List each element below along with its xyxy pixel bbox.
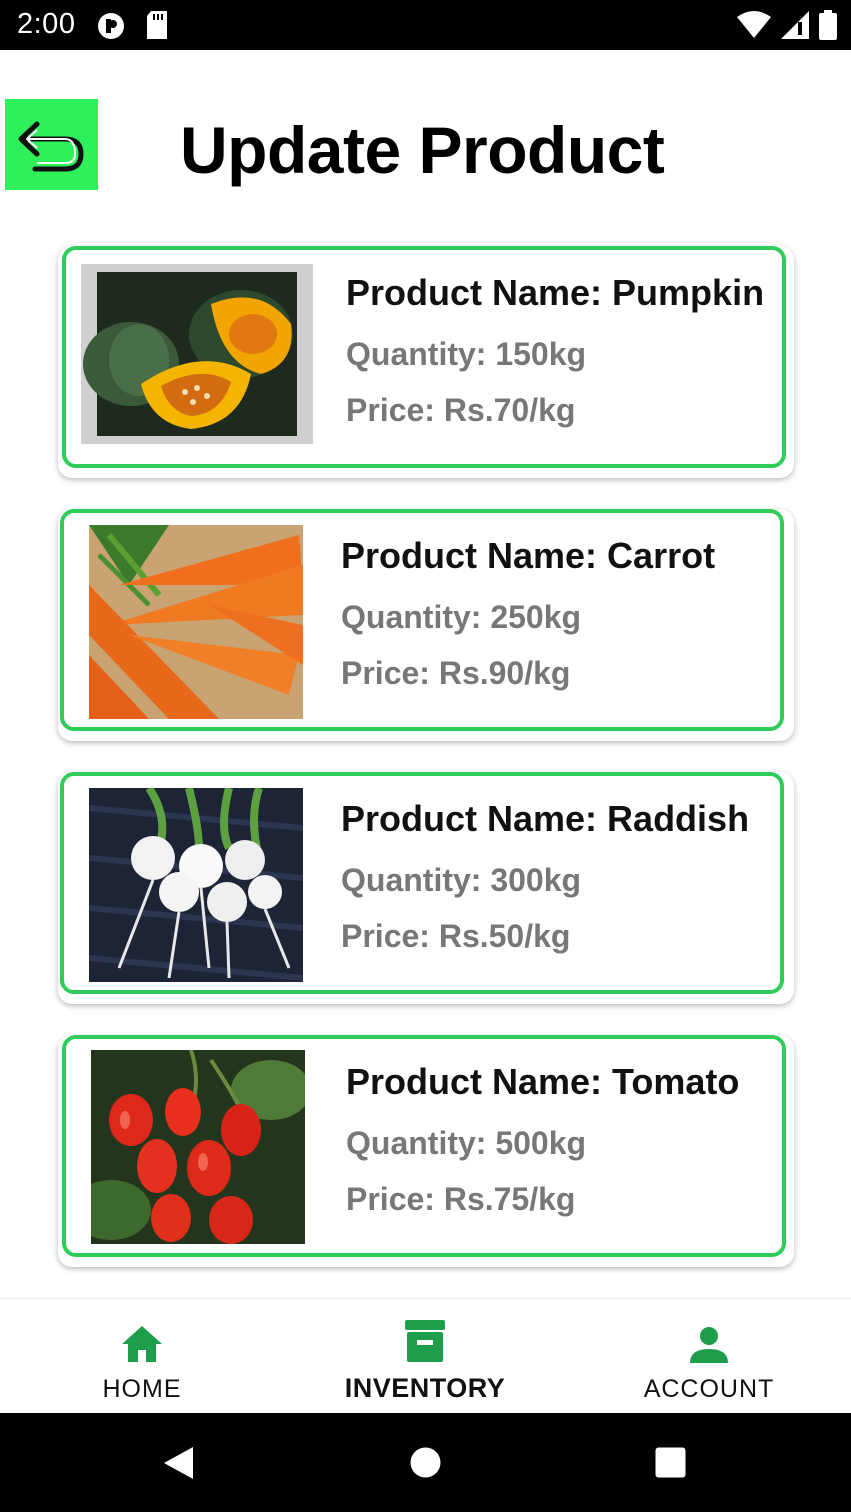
product-image-tomato [91,1050,305,1244]
product-price: Price: Rs.50/kg [341,918,571,954]
sd-card-icon [145,11,169,44]
product-card-pumpkin[interactable]: Product Name: Pumpkin Quantity: 150kg Pr… [58,246,794,478]
nav-label-account: ACCOUNT [643,1375,775,1403]
product-info: Product Name: Raddish Quantity: 300kg Pr… [341,798,749,955]
status-time: 2:00 [17,8,76,40]
product-image-carrot [89,525,303,719]
wifi-icon [737,11,771,44]
product-name: Product Name: Tomato [346,1061,740,1102]
nav-label-home: HOME [102,1375,182,1403]
person-icon [690,1319,728,1363]
nav-item-home[interactable]: HOME [22,1299,262,1414]
product-quantity: Quantity: 150kg [346,336,587,372]
page-title: Update Product [180,113,665,187]
product-info: Product Name: Tomato Quantity: 500kg Pri… [346,1061,739,1218]
product-name: Product Name: Carrot [341,535,716,576]
archive-icon [404,1319,446,1363]
nav-label-inventory: INVENTORY [344,1373,506,1403]
product-quantity: Quantity: 250kg [341,599,582,635]
back-button[interactable] [5,99,98,190]
product-name: Product Name: Pumpkin [346,272,765,313]
home-icon [121,1319,163,1363]
recents-square-icon[interactable] [655,1447,686,1483]
card-border: Product Name: Tomato Quantity: 500kg Pri… [62,1035,786,1257]
bottom-nav: HOME INVENTORY ACCOUNT [0,1298,851,1413]
back-triangle-icon[interactable] [162,1446,194,1485]
product-quantity: Quantity: 500kg [346,1125,587,1161]
cellular-signal-icon [781,11,809,44]
home-circle-icon[interactable] [410,1447,441,1483]
product-card-tomato[interactable]: Product Name: Tomato Quantity: 500kg Pri… [58,1035,794,1267]
product-card-carrot[interactable]: Product Name: Carrot Quantity: 250kg Pri… [58,509,794,741]
card-border: Product Name: Raddish Quantity: 300kg Pr… [60,772,784,994]
product-price: Price: Rs.90/kg [341,655,571,691]
card-border: Product Name: Carrot Quantity: 250kg Pri… [60,509,784,731]
product-info: Product Name: Carrot Quantity: 250kg Pri… [341,535,715,692]
nav-item-inventory[interactable]: INVENTORY [305,1299,545,1414]
product-image-pumpkin [81,264,313,444]
product-price: Price: Rs.70/kg [346,392,576,428]
product-info: Product Name: Pumpkin Quantity: 150kg Pr… [346,272,764,429]
status-bar: 2:00 [0,0,851,50]
system-nav-bar [0,1413,851,1512]
product-card-radish[interactable]: Product Name: Raddish Quantity: 300kg Pr… [58,772,794,1004]
app-notification-icon [96,11,126,46]
product-image-radish [89,788,303,982]
card-border: Product Name: Pumpkin Quantity: 150kg Pr… [62,246,786,468]
product-price: Price: Rs.75/kg [346,1181,576,1217]
product-name: Product Name: Raddish [341,798,750,839]
nav-item-account[interactable]: ACCOUNT [589,1299,829,1414]
product-quantity: Quantity: 300kg [341,862,582,898]
undo-arrow-icon [18,121,84,171]
battery-icon [819,10,837,45]
status-right-icons [737,10,837,45]
